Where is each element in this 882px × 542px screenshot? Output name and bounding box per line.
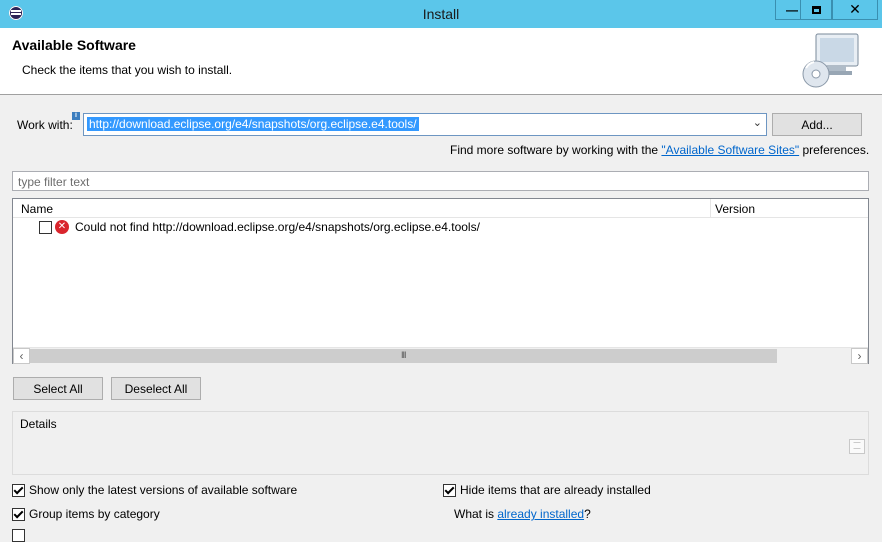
- group-by-category-checkbox[interactable]: [12, 507, 25, 521]
- minimize-icon: —: [786, 2, 798, 17]
- find-more-prefix: Find more software by working with the: [450, 143, 662, 157]
- window-title: Install: [422, 6, 460, 22]
- error-icon: ✕: [55, 220, 69, 234]
- software-tree[interactable]: Name Version ✕ Could not find http://dow…: [12, 198, 869, 364]
- filter-input[interactable]: type filter text: [12, 171, 869, 191]
- group-by-category-label: Group items by category: [29, 507, 160, 521]
- show-latest-checkbox[interactable]: [12, 483, 25, 497]
- column-version[interactable]: Version: [715, 202, 755, 216]
- tree-column-header: Name Version: [13, 199, 868, 218]
- available-software-sites-link[interactable]: "Available Software Sites": [661, 143, 799, 157]
- title-bar: Install — ✕: [0, 0, 882, 28]
- group-by-category-option[interactable]: Group items by category: [12, 507, 160, 521]
- row-label: Could not find http://download.eclipse.o…: [75, 220, 480, 234]
- column-name[interactable]: Name: [21, 202, 53, 216]
- work-with-label: Work with:: [17, 118, 73, 132]
- close-icon: ✕: [849, 1, 861, 17]
- details-text-area[interactable]: [14, 431, 867, 473]
- scroll-grip-icon: III: [401, 350, 406, 360]
- scroll-right-arrow-icon[interactable]: ›: [851, 348, 868, 364]
- maximize-icon: [811, 5, 821, 14]
- details-label: Details: [20, 417, 57, 431]
- install-wizard-icon: [802, 33, 859, 88]
- find-more-suffix: preferences.: [799, 143, 870, 157]
- what-is-installed-text: What is already installed?: [454, 507, 591, 521]
- page-description: Check the items that you wish to install…: [22, 63, 233, 77]
- show-latest-label: Show only the latest versions of availab…: [29, 483, 298, 497]
- maximize-button[interactable]: [800, 0, 832, 20]
- work-with-combo[interactable]: http://download.eclipse.org/e4/snapshots…: [83, 113, 767, 136]
- scroll-left-arrow-icon[interactable]: ‹: [13, 348, 30, 364]
- already-installed-link[interactable]: already installed: [497, 507, 584, 521]
- find-more-text: Find more software by working with the "…: [450, 143, 869, 157]
- partially-visible-option[interactable]: [12, 529, 29, 542]
- close-button[interactable]: ✕: [832, 0, 878, 20]
- scroll-thumb[interactable]: III: [30, 349, 777, 363]
- info-icon: i: [72, 112, 80, 120]
- deselect-all-button[interactable]: Deselect All: [111, 377, 201, 400]
- chevron-down-icon[interactable]: ⌄: [753, 116, 762, 129]
- hide-installed-checkbox[interactable]: [443, 483, 456, 497]
- add-button[interactable]: Add...: [772, 113, 862, 136]
- page-title: Available Software: [12, 37, 136, 53]
- hide-installed-label: Hide items that are already installed: [460, 483, 651, 497]
- what-is-prefix: What is: [454, 507, 498, 521]
- show-latest-option[interactable]: Show only the latest versions of availab…: [12, 483, 297, 497]
- hide-installed-option[interactable]: Hide items that are already installed: [443, 483, 651, 497]
- wizard-header: Available Software Check the items that …: [0, 28, 882, 95]
- tree-row[interactable]: ✕ Could not find http://download.eclipse…: [39, 219, 739, 236]
- what-is-suffix: ?: [584, 507, 591, 521]
- column-divider[interactable]: [710, 199, 711, 217]
- row-checkbox[interactable]: [39, 221, 52, 234]
- horizontal-scrollbar[interactable]: ‹ III ›: [13, 347, 868, 364]
- partially-visible-checkbox[interactable]: [12, 529, 25, 542]
- details-resize-icon[interactable]: — —: [849, 439, 865, 454]
- work-with-value: http://download.eclipse.org/e4/snapshots…: [87, 117, 419, 131]
- select-all-button[interactable]: Select All: [13, 377, 103, 400]
